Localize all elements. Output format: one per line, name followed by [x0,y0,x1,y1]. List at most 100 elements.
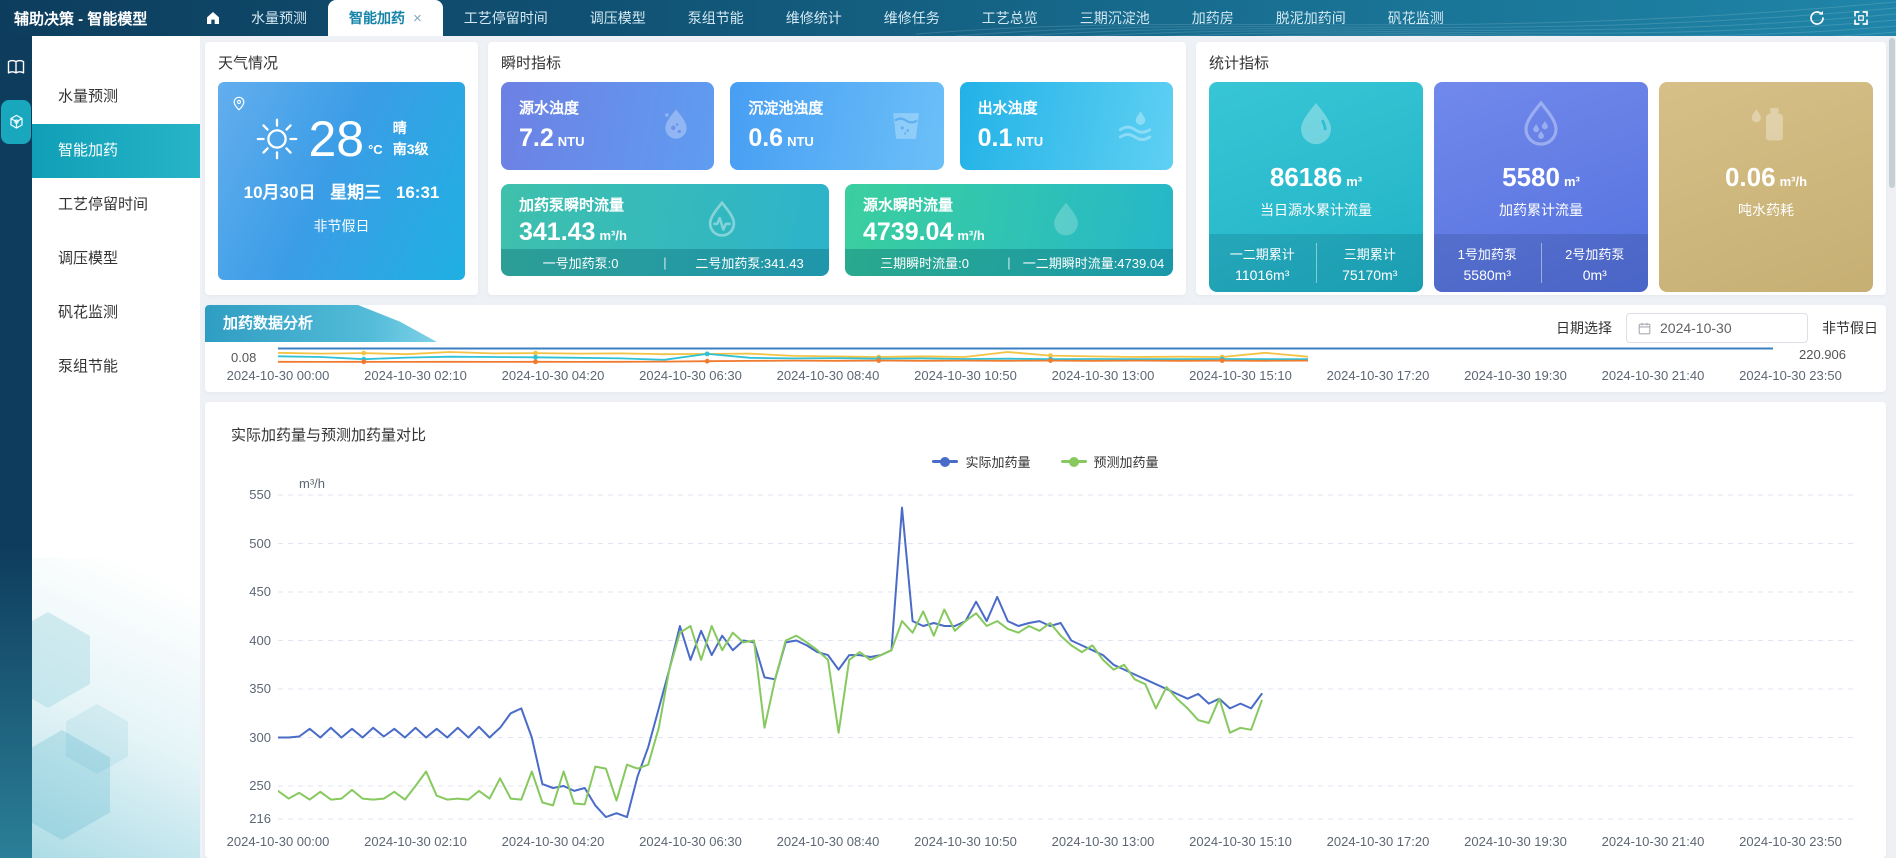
tab-floc-monitor[interactable]: 矾花监测 [1367,0,1465,36]
location-pin-icon [230,94,248,112]
sidebar-item-pressure-model[interactable]: 调压模型 [32,232,200,286]
sun-icon [254,116,300,162]
tab-process-retention[interactable]: 工艺停留时间 [443,0,569,36]
water-droplet-icon [1043,198,1089,244]
overview-series-orange-marker [361,359,366,364]
metric-value: 0.6 [748,124,783,152]
tab-sludge-dosing[interactable]: 脱泥加药间 [1255,0,1367,36]
metric-unit: NTU [1016,134,1043,149]
raw-flow-breakdown: 三期瞬时流量:0 | 一二期瞬时流量:4739.04 [845,249,1173,276]
metric-unit: NTU [558,134,585,149]
wind-level: 南3级 [393,139,429,160]
breakdown-key: 2号加药泵 [1565,244,1624,263]
tab-repair-tasks[interactable]: 维修任务 [863,0,961,36]
sidebar-item-floc-monitor[interactable]: 矾花监测 [32,286,200,340]
x-tick-label: 2024-10-30 13:00 [1052,834,1155,849]
dosing-analysis-panel: 加药数据分析 日期选择 2024-10-30 非节假日 0.08 220.906… [205,305,1886,392]
tab-pressure-model[interactable]: 调压模型 [569,0,667,36]
phase3-flow: 三期瞬时流量:0 [845,253,1004,272]
tab-smart-dosing-label: 智能加药 [349,0,405,36]
x-tick-label: 2024-10-30 08:40 [777,834,880,849]
dosing-analysis-ribbon: 加药数据分析 [205,305,437,342]
stat-value: 0.06 [1725,162,1776,192]
metric-value: 7.2 [519,124,554,152]
date-picker-input[interactable]: 2024-10-30 [1626,313,1808,343]
overview-series-orange-marker [533,359,538,364]
knowledge-book-button[interactable] [0,50,32,84]
tab-pump-saving[interactable]: 泵组节能 [667,0,765,36]
weather-panel: 天气情况 28 °C 晴 南3级 [205,42,478,295]
app-root: 辅助决策 - 智能模型 水量预测 智能加药 × 工艺停留时间 调压模型 泵组节能… [0,0,1896,858]
breakdown-value: 5580m³ [1464,267,1511,283]
tab-phase3-settling[interactable]: 三期沉淀池 [1059,0,1171,36]
stat-label: 加药累计流量 [1499,200,1583,220]
dosing-overview-strip-chart[interactable] [278,347,1838,367]
legend-predicted-dosing[interactable]: 预测加药量 [1061,452,1159,471]
stat-label: 当日源水累计流量 [1260,200,1372,220]
tab-dosing-room[interactable]: 加药房 [1171,0,1255,36]
overview-series-cyan-marker [533,355,538,360]
y-tick-label: 550 [249,487,271,502]
breakdown-key: 1号加药泵 [1458,244,1517,263]
y-tick-label: 450 [249,584,271,599]
tab-water-forecast[interactable]: 水量预测 [230,0,328,36]
topbar-actions [1808,9,1896,27]
stat-value: 5580 [1502,162,1560,192]
cube-icon [7,113,26,132]
sidebar-item-pump-saving[interactable]: 泵组节能 [32,340,200,394]
raw-water-turbidity-card: 源水浊度 7.2NTU [501,82,714,170]
breakdown-key: 三期累计 [1344,244,1396,263]
home-button[interactable] [196,0,230,36]
metric-label: 源水瞬时流量 [863,194,1155,215]
app-title: 辅助决策 - 智能模型 [0,8,196,29]
breakdown-key: 一二期累计 [1230,244,1295,263]
stat-breakdown: 一二期累计11016m³ 三期累计75170m³ [1209,234,1423,292]
metric-unit: m³/h [957,228,984,243]
tab-smart-dosing[interactable]: 智能加药 × [328,0,443,36]
sidebar-item-process-retention[interactable]: 工艺停留时间 [32,178,200,232]
weather-date-line: 10月30日 星期三 16:31 [244,178,440,203]
strip-x-tick-label: 2024-10-30 19:30 [1464,368,1567,383]
x-tick-label: 2024-10-30 00:00 [227,834,330,849]
model-cube-button[interactable] [1,100,31,144]
droplet-bubbles-icon [654,104,698,148]
x-tick-label: 2024-10-30 23:50 [1739,834,1842,849]
overview-series-orange-marker [705,359,710,364]
stats-section-title: 统计指标 [1209,52,1873,73]
breakdown-value: 0m³ [1583,267,1607,283]
icon-rail [0,36,32,858]
sidebar-item-water-forecast[interactable]: 水量预测 [32,70,200,124]
strip-x-tick-label: 2024-10-30 06:30 [639,368,742,383]
tab-repair-stats[interactable]: 维修统计 [765,0,863,36]
tab-bar: 水量预测 智能加药 × 工艺停留时间 调压模型 泵组节能 维修统计 维修任务 工… [230,0,1465,36]
chart-legend: 实际加药量 预测加药量 [205,452,1886,471]
x-tick-label: 2024-10-30 04:20 [502,834,605,849]
y-axis-unit-label: m³/h [299,476,325,491]
legend-actual-dosing[interactable]: 实际加药量 [932,452,1030,471]
temperature-unit: °C [368,142,383,157]
top-bar: 辅助决策 - 智能模型 水量预测 智能加药 × 工艺停留时间 调压模型 泵组节能… [0,0,1896,36]
settling-tank-turbidity-card: 沉淀池浊度 0.6NTU [730,82,943,170]
refresh-icon[interactable] [1808,9,1826,27]
temperature-value: 28 [308,114,364,164]
series-预测加药量 [278,610,1262,806]
strip-x-tick-label: 2024-10-30 13:00 [1052,368,1155,383]
overview-series-orange-marker [1048,358,1053,363]
instant-section-title: 瞬时指标 [501,52,1173,73]
chemical-per-ton-card: 0.06m³/h 吨水药耗 [1659,82,1873,292]
y-tick-label: 250 [249,778,271,793]
close-icon[interactable]: × [413,11,422,26]
dosing-comparison-line-chart[interactable] [278,492,1868,830]
fullscreen-icon[interactable] [1852,9,1870,27]
x-tick-label: 2024-10-30 19:30 [1464,834,1567,849]
sidebar-item-smart-dosing[interactable]: 智能加药 [32,124,200,178]
pump-flow-breakdown: 一号加药泵:0 | 二号加药泵:341.43 [501,249,829,276]
footer-divider: | [660,255,670,270]
statistics-panel: 统计指标 86186m³ 当日源水累计流量 一二期累计11016m³ 三期累计7… [1196,42,1886,295]
tab-process-overview[interactable]: 工艺总览 [961,0,1059,36]
scrollbar-thumb[interactable] [1889,38,1895,188]
y-tick-label: 300 [249,730,271,745]
stat-unit: m³ [1564,174,1580,189]
calendar-icon [1637,321,1652,336]
x-tick-label: 2024-10-30 15:10 [1189,834,1292,849]
